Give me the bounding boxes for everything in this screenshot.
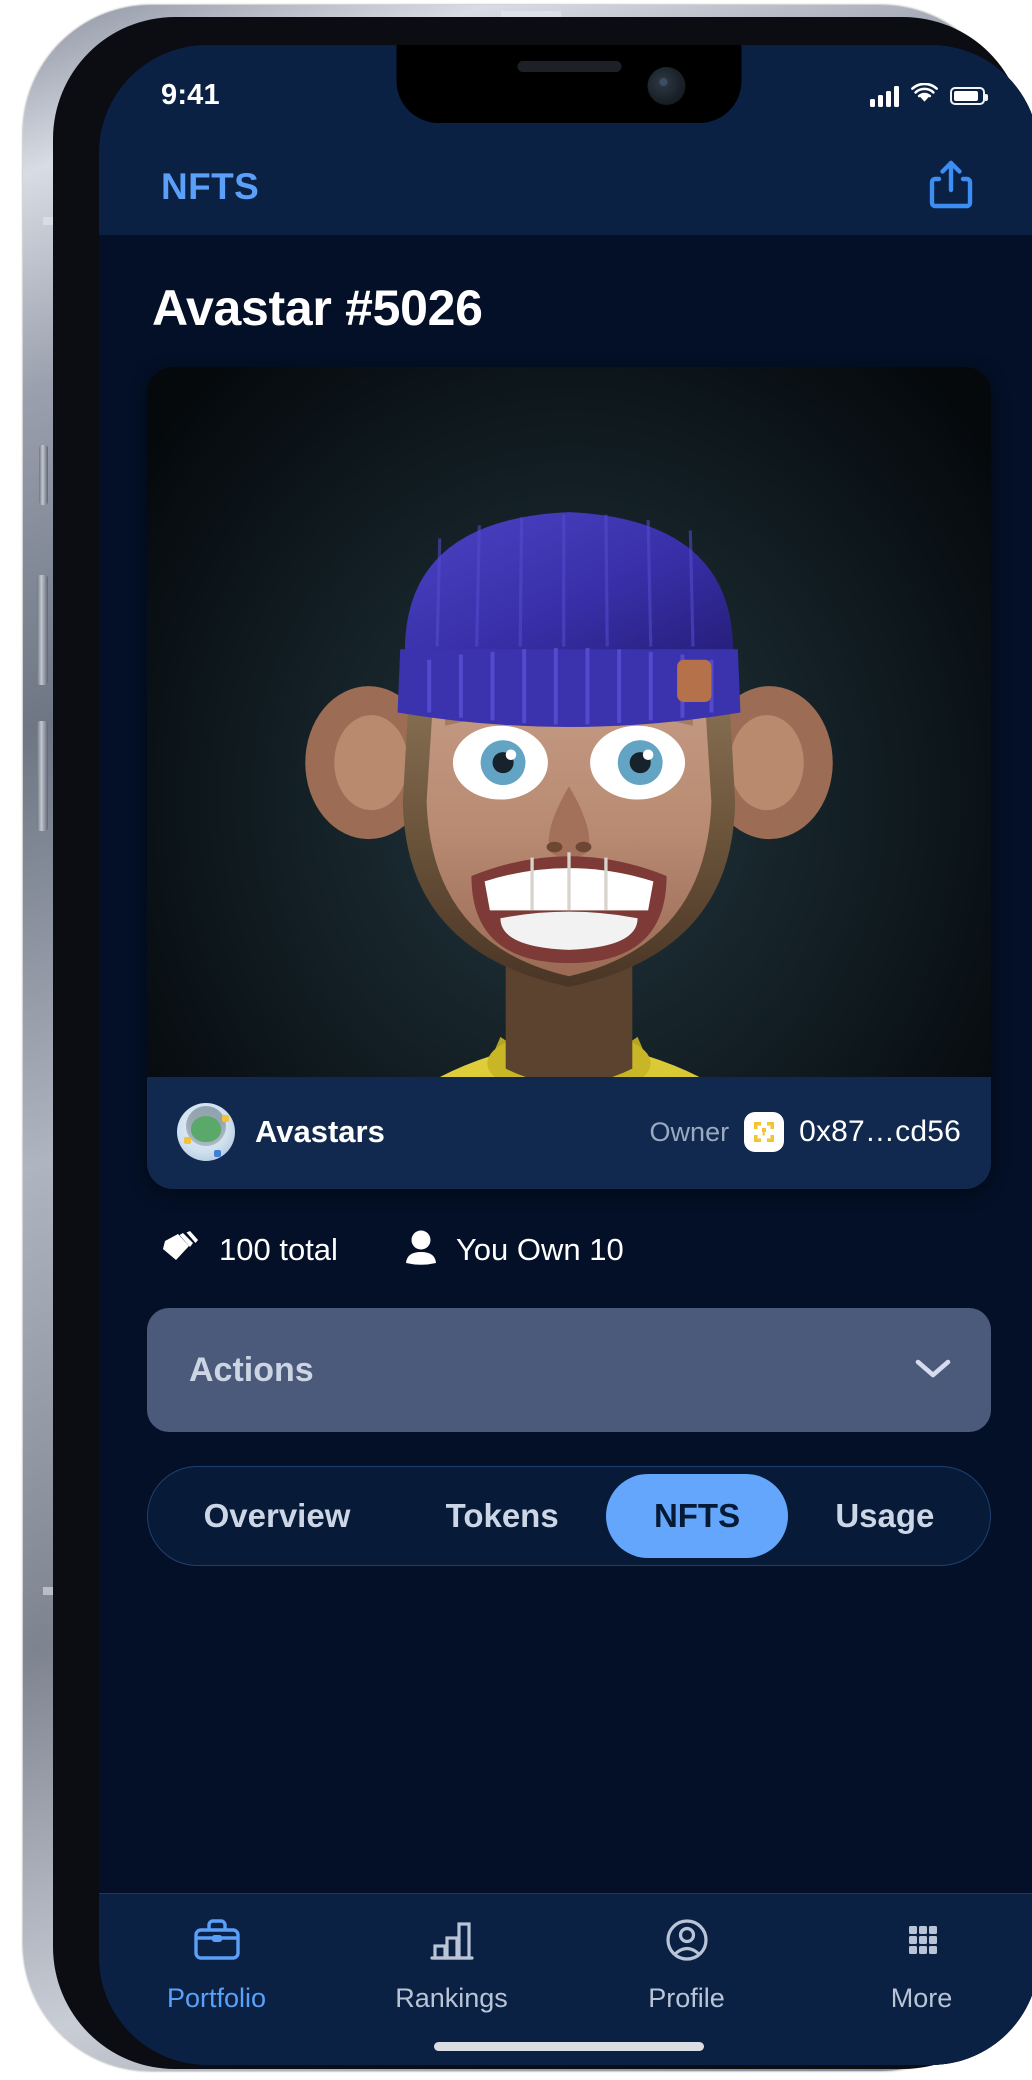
nav-item-portfolio[interactable]: Portfolio [99, 1916, 334, 2014]
nav-bar: NFTS [99, 139, 1032, 235]
nav-item-rankings[interactable]: Rankings [334, 1916, 569, 2014]
nft-card[interactable]: Avastars Owner 0x87…cd56 [147, 367, 991, 1189]
tab-usage[interactable]: Usage [788, 1474, 982, 1558]
user-circle-icon [661, 1916, 713, 1969]
nav-item-more[interactable]: More [804, 1916, 1032, 2014]
stat-total: 100 total [159, 1229, 338, 1270]
grid-dots-icon [896, 1916, 948, 1969]
bar-chart-icon [426, 1916, 478, 1969]
silent-switch[interactable] [39, 445, 48, 505]
volume-down-button[interactable] [37, 721, 48, 831]
briefcase-icon [191, 1916, 243, 1969]
device-notch [396, 45, 742, 123]
metamask-wallet-icon [744, 1112, 785, 1152]
person-icon [404, 1229, 438, 1270]
owner-label: Owner [649, 1116, 730, 1147]
collection-info[interactable]: Avastars [177, 1103, 385, 1161]
actions-dropdown[interactable]: Actions [147, 1308, 991, 1432]
wifi-icon [911, 82, 938, 109]
owner-info[interactable]: Owner 0x87…cd56 [650, 1112, 961, 1152]
nav-label-rankings: Rankings [395, 1983, 508, 2013]
tab-nfts[interactable]: NFTS [606, 1474, 788, 1558]
nav-label-profile: Profile [648, 1983, 725, 2013]
earpiece-speaker [517, 61, 621, 72]
nft-artwork[interactable] [147, 367, 991, 1077]
content-area: Avastar #5026 Avastars Owner 0x87…cd56 1… [99, 235, 1032, 1893]
stat-total-text: 100 total [219, 1231, 338, 1267]
tab-overview[interactable]: Overview [156, 1474, 398, 1558]
tag-stack-icon [159, 1229, 201, 1270]
share-icon [928, 158, 974, 217]
nav-label-more: More [890, 1983, 953, 2013]
segmented-tabs: Overview Tokens NFTS Usage [147, 1466, 991, 1566]
bottom-nav: Portfolio Rankings Profile More [99, 1893, 1032, 2065]
battery-icon [950, 87, 988, 105]
nav-label-portfolio: Portfolio [166, 1983, 267, 2013]
status-icons [870, 79, 988, 109]
tab-tokens[interactable]: Tokens [398, 1474, 606, 1558]
page-title: Avastar #5026 [152, 280, 483, 336]
home-indicator[interactable] [434, 2042, 704, 2051]
front-camera [647, 67, 686, 105]
volume-up-button[interactable] [37, 575, 48, 685]
phone-frame: 9:41 NFTS Avastar #5026 Avastars Owner 0… [23, 5, 1032, 2071]
share-button[interactable] [925, 158, 977, 216]
screenshot-stage: 9:41 NFTS Avastar #5026 Avastars Owner 0… [0, 0, 1032, 2080]
ape-illustration [147, 367, 991, 1077]
phone-screen: 9:41 NFTS Avastar #5026 Avastars Owner 0… [99, 45, 1032, 2065]
app-root: 9:41 NFTS Avastar #5026 Avastars Owner 0… [99, 45, 1032, 2065]
cellular-signal-icon [870, 85, 899, 107]
phone-bezel: 9:41 NFTS Avastar #5026 Avastars Owner 0… [53, 17, 1032, 2069]
stat-owned-text: You Own 10 [455, 1231, 624, 1267]
stat-owned: You Own 10 [404, 1229, 624, 1270]
nav-item-profile[interactable]: Profile [569, 1916, 804, 2014]
collection-name: Avastars [255, 1114, 385, 1149]
nav-title: NFTS [161, 166, 260, 207]
actions-label: Actions [189, 1350, 314, 1389]
stats-row: 100 total You Own 10 [159, 1229, 991, 1270]
nft-meta-row: Avastars Owner 0x87…cd56 [147, 1077, 991, 1189]
chevron-down-icon [913, 1356, 953, 1385]
status-time: 9:41 [161, 79, 220, 111]
avastars-collection-avatar [177, 1103, 235, 1161]
owner-address: 0x87…cd56 [799, 1115, 961, 1148]
